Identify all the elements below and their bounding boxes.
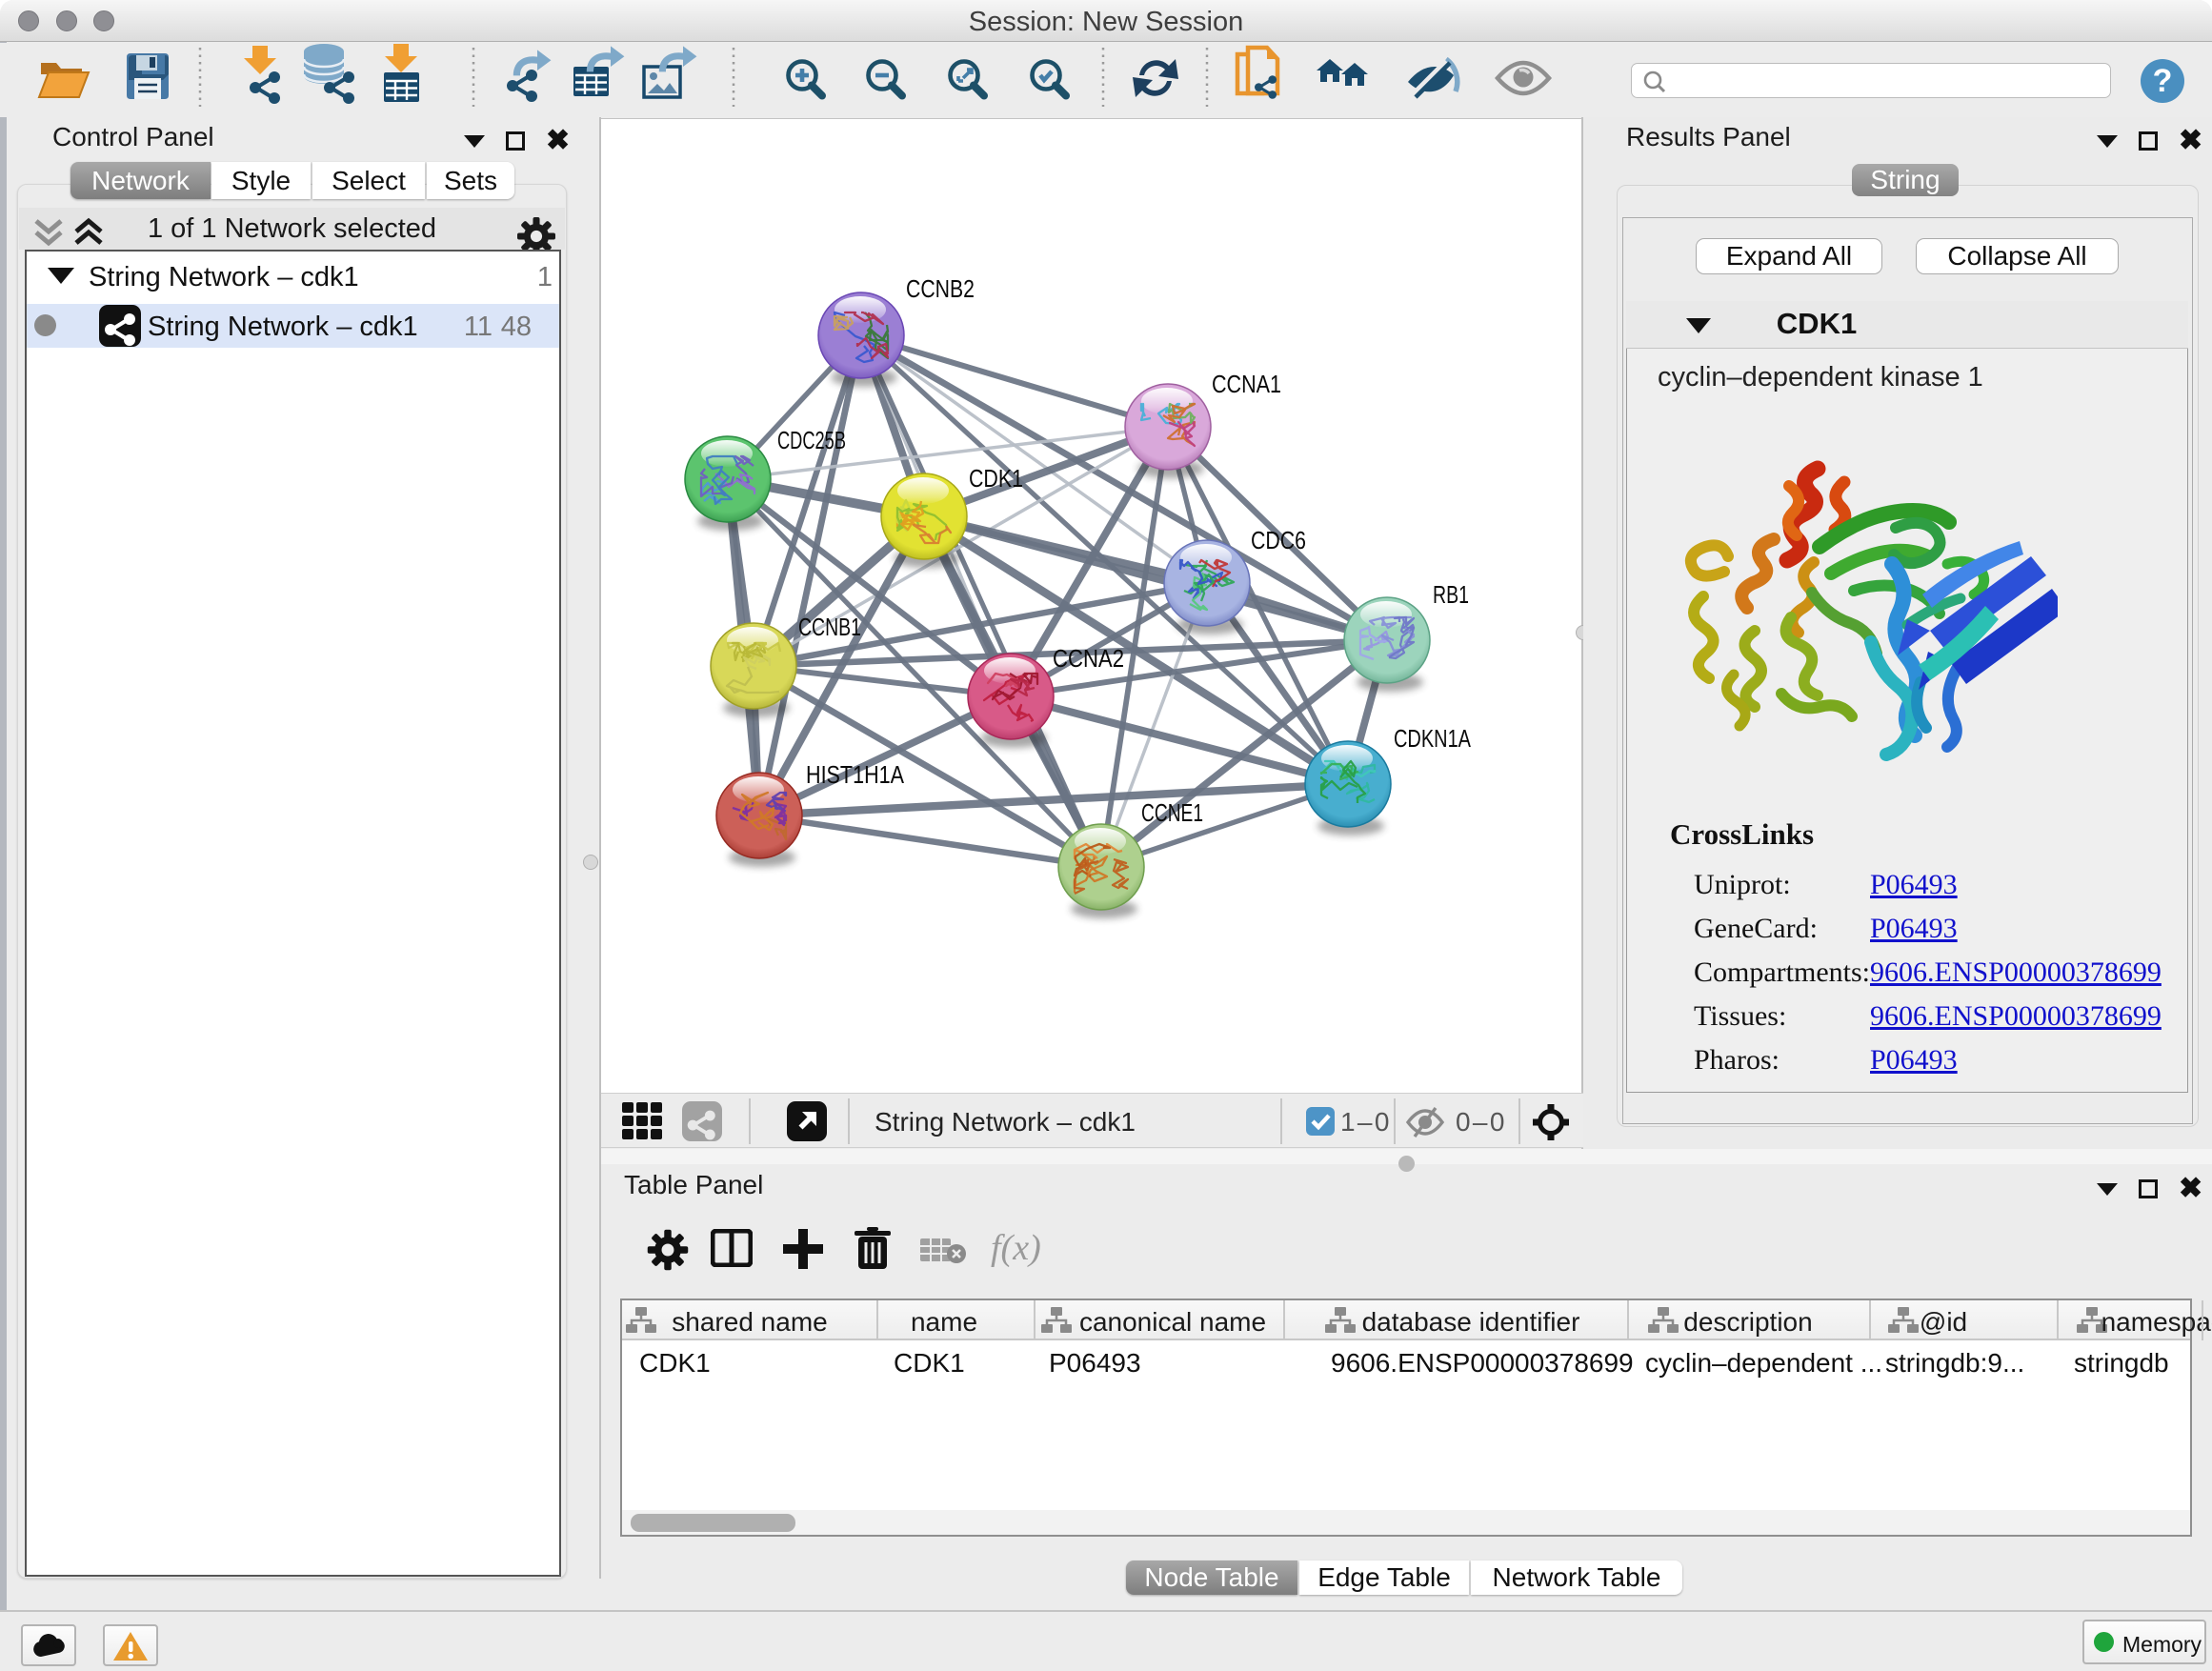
svg-text:CDKN1A: CDKN1A — [1394, 724, 1471, 753]
svg-text:CCNE1: CCNE1 — [1141, 798, 1203, 827]
svg-text:CCNB1: CCNB1 — [798, 613, 861, 641]
svg-text:CDC6: CDC6 — [1251, 526, 1306, 554]
svg-text:HIST1H1A: HIST1H1A — [806, 760, 905, 789]
svg-text:CCNB2: CCNB2 — [906, 274, 975, 303]
svg-text:CDK1: CDK1 — [969, 464, 1023, 493]
svg-text:CDC25B: CDC25B — [777, 426, 846, 454]
svg-text:RB1: RB1 — [1433, 580, 1469, 609]
svg-text:CCNA1: CCNA1 — [1212, 370, 1281, 398]
svg-text:CCNA2: CCNA2 — [1053, 644, 1124, 673]
